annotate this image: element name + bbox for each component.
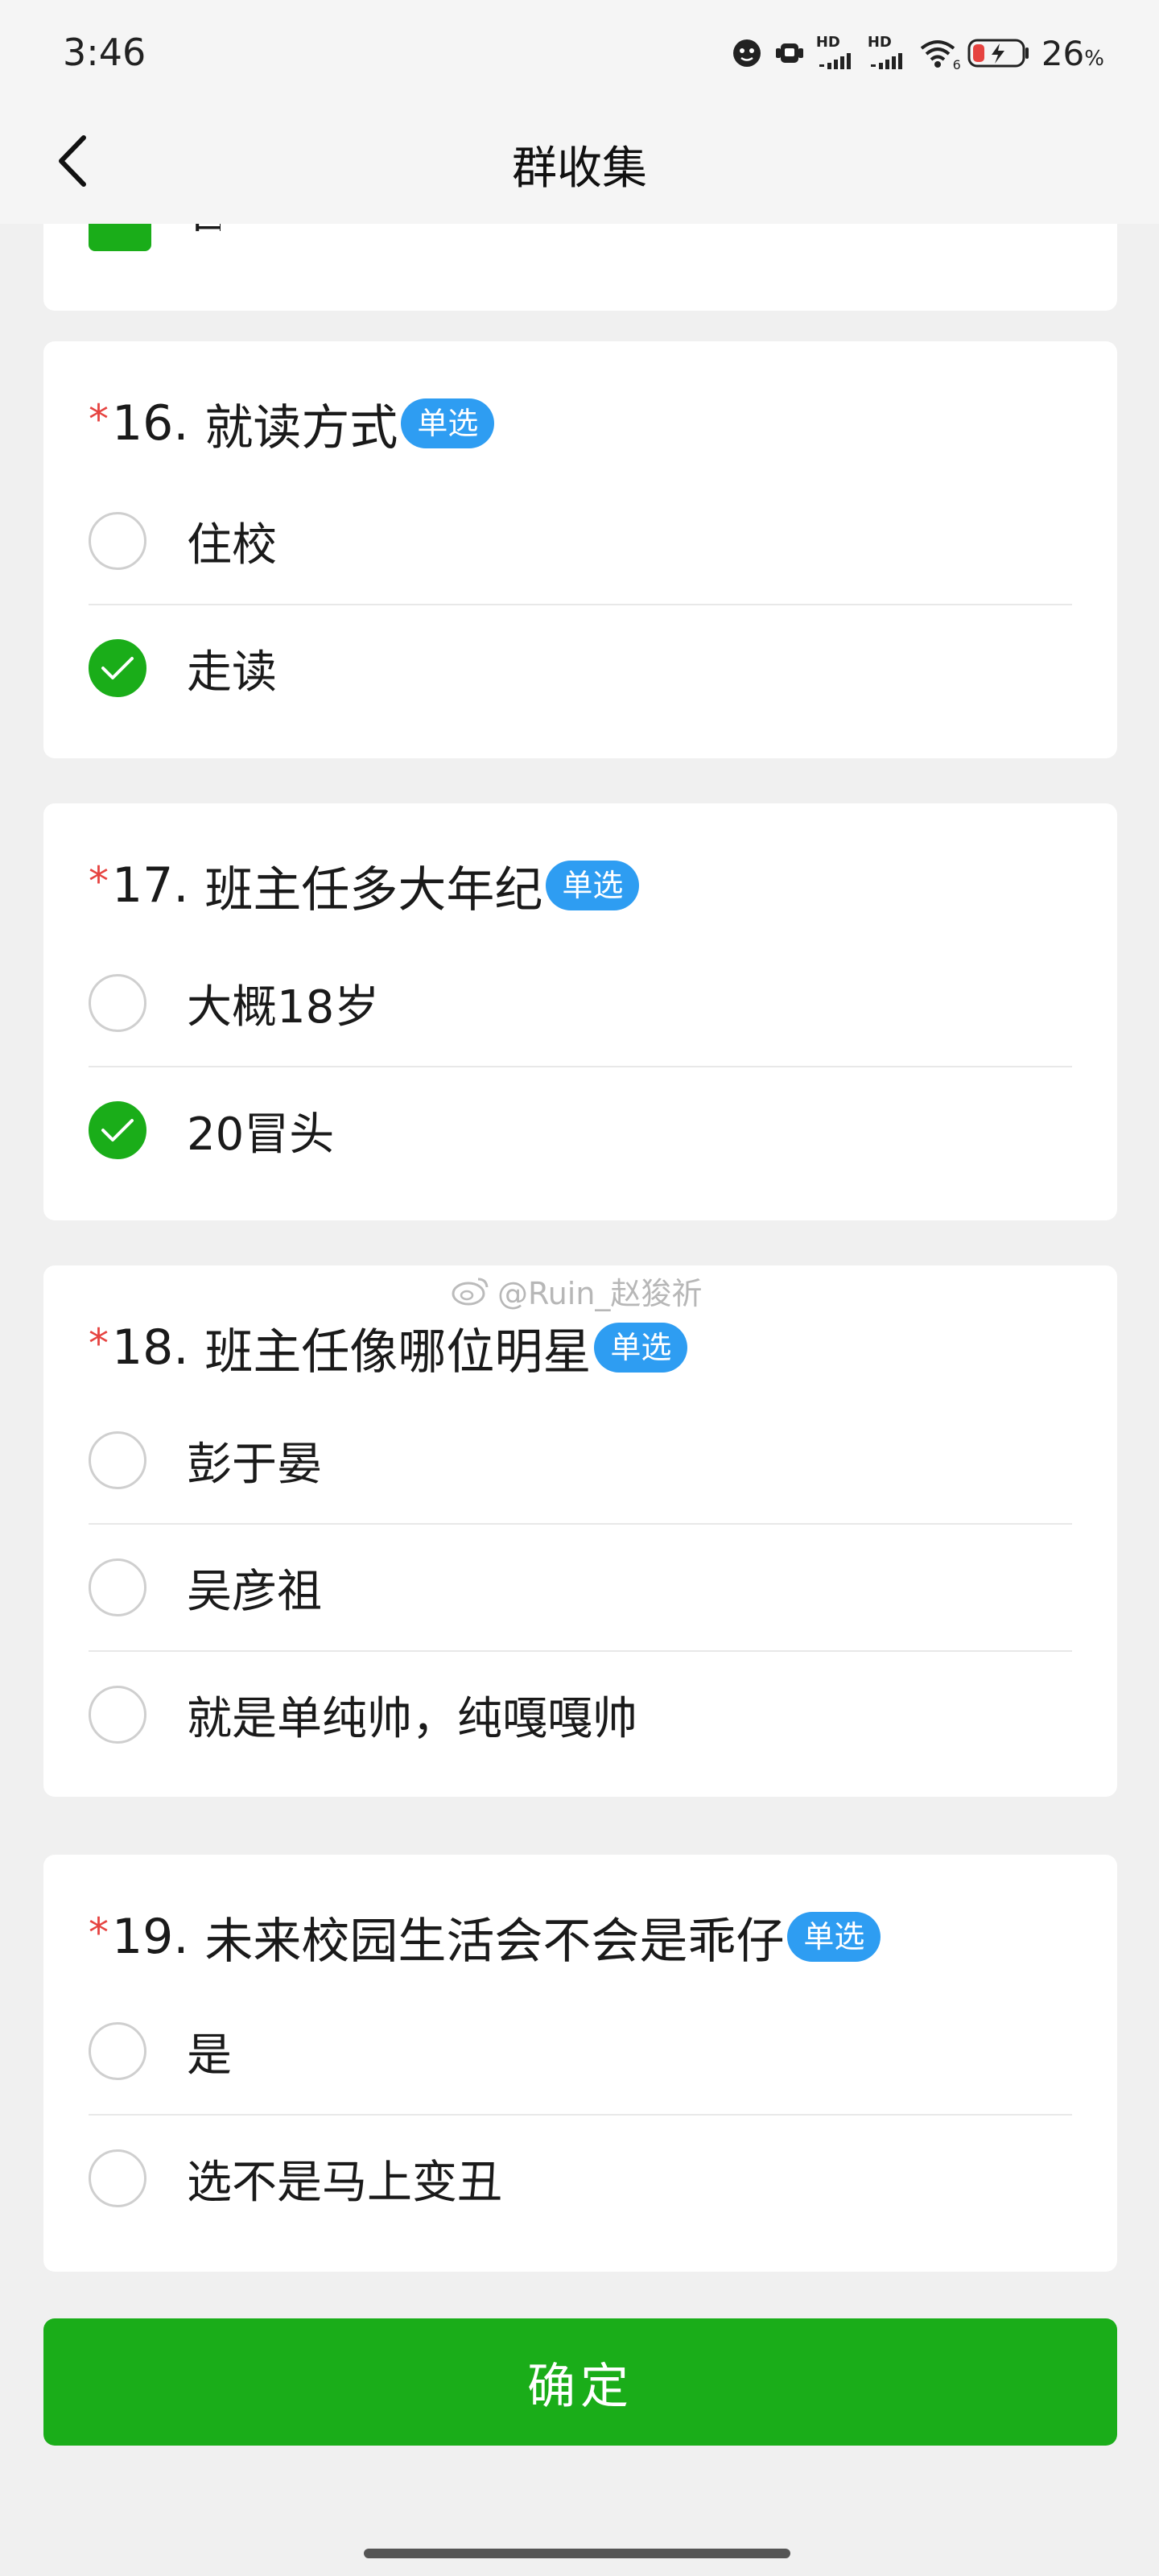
checked-radio-partial[interactable] bbox=[89, 224, 151, 251]
single-choice-badge: 单选 bbox=[594, 1323, 688, 1373]
required-marker: * bbox=[89, 858, 109, 905]
radio-button[interactable] bbox=[89, 2149, 146, 2207]
form-content[interactable]: 否 * 16. 就读方式 单选 住校 走读 * 17. 班主任多大年纪 单选 bbox=[0, 224, 1159, 2470]
radio-button[interactable] bbox=[89, 974, 146, 1032]
face-icon bbox=[731, 37, 763, 69]
back-button[interactable] bbox=[40, 129, 105, 193]
status-icons: HD HD 6 26% bbox=[731, 32, 1104, 74]
status-time: 3:46 bbox=[63, 31, 146, 74]
option-label: 彭于晏 bbox=[187, 1438, 322, 1491]
option-item[interactable]: 彭于晏 bbox=[89, 1397, 1072, 1523]
radio-button[interactable] bbox=[89, 512, 146, 570]
option-item[interactable]: 选不是马上变丑 bbox=[89, 2116, 1072, 2241]
single-choice-badge: 单选 bbox=[401, 398, 495, 448]
radio-button[interactable] bbox=[89, 1431, 146, 1489]
battery-icon bbox=[967, 37, 1030, 69]
question-card-16: * 16. 就读方式 单选 住校 走读 bbox=[43, 341, 1117, 758]
hd-label-2: HD bbox=[867, 34, 892, 51]
page-title: 群收集 bbox=[512, 142, 647, 195]
checkmark-icon bbox=[101, 657, 134, 679]
status-bar: 3:46 HD HD 6 26% bbox=[0, 0, 1159, 105]
required-marker: * bbox=[89, 1320, 109, 1367]
question-title: * 18. 班主任像哪位明星 单选 bbox=[89, 1315, 688, 1381]
nav-bar: 群收集 bbox=[0, 105, 1159, 224]
option-item[interactable]: 走读 bbox=[89, 605, 1072, 731]
question-card-partial: 否 bbox=[43, 224, 1117, 311]
question-number: 19. bbox=[112, 1909, 189, 1965]
confirm-button[interactable]: 确定 bbox=[43, 2318, 1117, 2446]
hd-label-1: HD bbox=[815, 34, 840, 51]
weibo-logo-icon bbox=[452, 1278, 489, 1306]
option-label: 选不是马上变丑 bbox=[187, 2156, 502, 2209]
home-indicator[interactable] bbox=[364, 2549, 790, 2558]
option-item[interactable]: 吴彦祖 bbox=[89, 1525, 1072, 1650]
question-text: 未来校园生活会不会是乖仔 bbox=[204, 1913, 785, 1970]
wifi-icon: 6 bbox=[919, 37, 961, 72]
question-title: * 17. 班主任多大年纪 单选 bbox=[89, 853, 640, 919]
battery-percentage: 26% bbox=[1041, 33, 1104, 73]
question-title: * 16. 就读方式 单选 bbox=[89, 391, 495, 456]
question-card-18: * 18. 班主任像哪位明星 单选 彭于晏 吴彦祖 就是单纯帅，纯嘎嘎帅 bbox=[43, 1265, 1117, 1797]
question-text: 就读方式 bbox=[204, 399, 398, 456]
option-item[interactable]: 大概18岁 bbox=[89, 940, 1072, 1066]
radio-button-checked[interactable] bbox=[89, 1101, 146, 1159]
option-label: 是 bbox=[187, 2029, 232, 2082]
option-label: 吴彦祖 bbox=[187, 1565, 322, 1618]
question-number: 18. bbox=[112, 1319, 189, 1376]
option-item[interactable]: 住校 bbox=[89, 478, 1072, 604]
question-text: 班主任多大年纪 bbox=[204, 861, 543, 919]
required-marker: * bbox=[89, 1909, 109, 1956]
question-card-19: * 19. 未来校园生活会不会是乖仔 单选 是 选不是马上变丑 bbox=[43, 1855, 1117, 2272]
option-label: 就是单纯帅，纯嘎嘎帅 bbox=[187, 1692, 637, 1745]
wearable-icon bbox=[774, 37, 805, 69]
chevron-left-icon bbox=[59, 135, 86, 187]
option-label: 大概18岁 bbox=[187, 980, 380, 1034]
option-label: 20冒头 bbox=[187, 1108, 335, 1161]
question-text: 班主任像哪位明星 bbox=[204, 1323, 592, 1381]
question-number: 16. bbox=[112, 395, 189, 452]
radio-button-checked[interactable] bbox=[89, 639, 146, 697]
watermark-text: @Ruin_赵狻祈 bbox=[497, 1275, 703, 1311]
hd-signal-1-icon: HD bbox=[816, 35, 856, 71]
question-card-17: * 17. 班主任多大年纪 单选 大概18岁 20冒头 bbox=[43, 803, 1117, 1220]
option-label-partial: 否 bbox=[188, 224, 221, 235]
option-item[interactable]: 就是单纯帅，纯嘎嘎帅 bbox=[89, 1652, 1072, 1777]
option-item[interactable]: 是 bbox=[89, 1988, 1072, 2114]
radio-button[interactable] bbox=[89, 2022, 146, 2080]
wifi-sub-label: 6 bbox=[952, 57, 961, 72]
option-label: 住校 bbox=[187, 518, 277, 572]
option-label: 走读 bbox=[187, 646, 277, 699]
radio-button[interactable] bbox=[89, 1558, 146, 1616]
watermark: @Ruin_赵狻祈 bbox=[451, 1262, 702, 1319]
question-title: * 19. 未来校园生活会不会是乖仔 单选 bbox=[89, 1905, 881, 1970]
radio-button[interactable] bbox=[89, 1686, 146, 1744]
single-choice-badge: 单选 bbox=[787, 1912, 881, 1962]
question-number: 17. bbox=[112, 857, 189, 914]
checkmark-icon bbox=[101, 1119, 134, 1141]
required-marker: * bbox=[89, 396, 109, 443]
hd-signal-2-icon: HD bbox=[868, 35, 908, 71]
single-choice-badge: 单选 bbox=[546, 861, 640, 910]
option-item[interactable]: 20冒头 bbox=[89, 1067, 1072, 1193]
